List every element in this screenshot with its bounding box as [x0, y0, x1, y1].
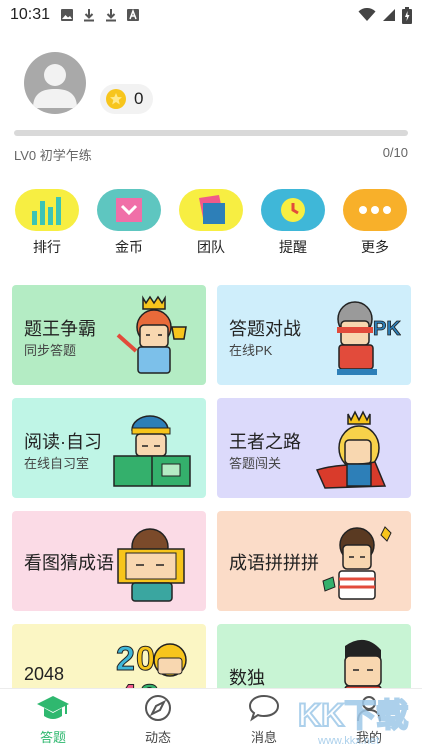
svg-text:PK: PK: [373, 318, 401, 340]
card-guess-idiom[interactable]: 看图猜成语: [12, 511, 206, 611]
boy-puzzle-icon: [322, 526, 392, 600]
quick-coins[interactable]: 金币: [97, 189, 161, 257]
avatar[interactable]: [24, 52, 86, 114]
card-king-road[interactable]: 王者之路 答题闯关: [217, 398, 411, 498]
font-icon: [127, 8, 140, 21]
clock-icon: [261, 189, 325, 231]
quick-label: 更多: [361, 239, 389, 255]
battery-icon: [402, 6, 412, 24]
card-title: 成语拼拼拼: [229, 553, 319, 573]
card-title: 王者之路: [229, 432, 301, 452]
card-title: 题王争霸: [24, 319, 96, 339]
tab-feed[interactable]: 动态: [116, 693, 200, 746]
card-title: 答题对战: [229, 319, 301, 339]
level-label: LV0 初学乍练: [14, 148, 92, 163]
coin-balance[interactable]: 0: [100, 84, 154, 114]
svg-text:2: 2: [116, 640, 135, 678]
boy-with-frame-icon: [117, 528, 185, 602]
card-reading-study[interactable]: 阅读·自习 在线自习室: [12, 398, 206, 498]
kkx-watermark: KK下载 www.kkx.net: [297, 696, 409, 747]
image-icon: [61, 9, 74, 21]
quick-reminder[interactable]: 提醒: [261, 189, 325, 257]
card-subtitle: 在线PK: [229, 343, 273, 358]
status-time: 10:31: [10, 6, 51, 23]
card-title: 2048: [24, 664, 65, 684]
quick-team[interactable]: 团队: [179, 189, 243, 257]
svg-text:www.kkx.net: www.kkx.net: [317, 735, 379, 747]
compass-icon: [145, 695, 171, 721]
caped-king-icon: [315, 410, 387, 489]
quick-ranking[interactable]: 排行: [15, 189, 79, 257]
card-title-king[interactable]: 题王争霸 同步答题: [12, 285, 206, 385]
crowned-boy-trophy-icon: [116, 295, 187, 374]
quick-label: 金币: [115, 239, 143, 255]
card-title: 看图猜成语: [24, 553, 114, 573]
quick-actions: 排行 金币 团队 提醒 更多: [0, 189, 422, 259]
user-avatar-icon: [33, 64, 77, 108]
card-subtitle: 在线自习室: [24, 456, 90, 471]
quick-label: 提醒: [279, 239, 307, 255]
quick-label: 排行: [33, 239, 61, 255]
download-icon: [106, 9, 117, 22]
svg-text:0: 0: [136, 640, 155, 678]
card-idiom-puzzle[interactable]: 成语拼拼拼: [217, 511, 411, 611]
status-bar: 10:31: [0, 0, 422, 30]
card-subtitle: 同步答题: [24, 343, 77, 358]
signal-icon: [383, 9, 395, 21]
tab-label: 答题: [39, 730, 66, 745]
progress-text: 0/10: [382, 145, 408, 160]
bar-chart-icon: [15, 189, 79, 231]
svg-text:KK下载: KK下载: [298, 697, 408, 733]
card-subtitle: 答题闯关: [229, 456, 282, 471]
team-flag-icon: [179, 189, 243, 231]
quick-more[interactable]: 更多: [343, 189, 407, 257]
ninja-pk-icon: PK: [337, 301, 401, 375]
tab-answer[interactable]: 答题: [11, 693, 95, 746]
card-quiz-battle[interactable]: 答题对战 在线PK PK: [217, 285, 411, 385]
wifi-icon: [358, 8, 376, 21]
tab-label: 动态: [144, 730, 171, 745]
chat-bubble-icon: [248, 694, 280, 722]
more-dots-icon: [343, 189, 407, 231]
card-title: 数独: [229, 668, 265, 688]
system-icons: [358, 6, 412, 24]
coin-icon: [106, 89, 126, 109]
notification-icons: [60, 8, 140, 22]
coin-count: 0: [134, 89, 144, 108]
level-progress-bar: [14, 130, 408, 136]
boy-reading-book-icon: [113, 415, 191, 487]
download-icon: [84, 9, 95, 22]
card-title: 阅读·自习: [24, 432, 102, 452]
coin-box-icon: [97, 189, 161, 231]
graduation-cap-icon: [37, 696, 69, 719]
quick-label: 团队: [197, 239, 225, 255]
